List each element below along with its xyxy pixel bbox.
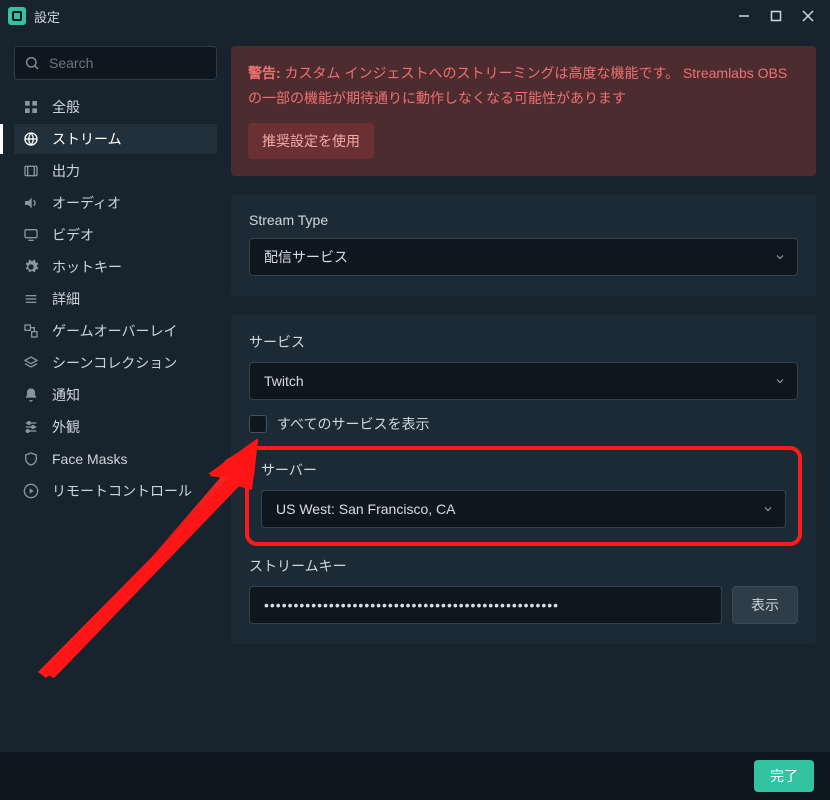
mask-icon: [22, 451, 40, 467]
maximize-icon: [770, 10, 782, 22]
sidebar-item-output[interactable]: 出力: [14, 156, 217, 186]
sidebar-item-label: 外観: [52, 417, 80, 437]
maximize-button[interactable]: [762, 3, 790, 29]
use-recommended-button[interactable]: 推奨設定を使用: [248, 123, 374, 159]
monitor-icon: [22, 227, 40, 243]
sidebar-item-label: オーディオ: [52, 193, 121, 213]
sidebar-item-label: 通知: [52, 385, 80, 405]
sidebar-item-stream[interactable]: ストリーム: [14, 124, 217, 154]
service-value: Twitch: [264, 373, 304, 389]
overlay-icon: [22, 323, 40, 339]
warning-label: 警告:: [248, 65, 281, 81]
stream-type-panel: Stream Type 配信サービス: [231, 194, 816, 296]
globe-icon: [22, 131, 40, 147]
service-label: サービス: [249, 332, 798, 352]
bell-icon: [22, 387, 40, 403]
play-icon: [22, 483, 40, 499]
sidebar-item-label: リモートコントロール: [52, 481, 192, 501]
titlebar: 設定: [0, 0, 830, 32]
server-value: US West: San Francisco, CA: [276, 501, 455, 517]
sidebar-item-label: Face Masks: [52, 451, 127, 467]
stream-type-select[interactable]: 配信サービス: [249, 238, 798, 276]
show-all-services-label: すべてのサービスを表示: [277, 414, 429, 434]
volume-icon: [22, 195, 40, 211]
stream-type-value: 配信サービス: [264, 247, 348, 267]
close-icon: [802, 10, 814, 22]
show-all-services-checkbox[interactable]: [249, 415, 267, 433]
window-title: 設定: [34, 7, 60, 26]
sidebar: 全般 ストリーム 出力 オーディオ ビデオ ホットキー 詳細 ゲームオーバーレ: [0, 32, 225, 752]
warning-box: 警告: カスタム インジェストへのストリーミングは高度な機能です。 Stream…: [231, 46, 816, 176]
sidebar-item-label: ビデオ: [52, 225, 94, 245]
menu-icon: [22, 291, 40, 307]
sidebar-item-label: ゲームオーバーレイ: [52, 321, 177, 341]
server-label: サーバー: [261, 460, 786, 480]
search-input[interactable]: [14, 46, 217, 80]
sidebar-item-label: ホットキー: [52, 257, 122, 277]
stream-key-label: ストリームキー: [249, 556, 798, 576]
sidebar-item-facemasks[interactable]: Face Masks: [14, 444, 217, 474]
minimize-icon: [738, 10, 750, 22]
show-all-services-row: すべてのサービスを表示: [249, 414, 798, 434]
search-field: [14, 46, 217, 80]
scenes-icon: [22, 355, 40, 371]
sidebar-item-audio[interactable]: オーディオ: [14, 188, 217, 218]
stream-type-label: Stream Type: [249, 212, 798, 228]
sidebar-item-notifications[interactable]: 通知: [14, 380, 217, 410]
sidebar-item-label: 詳細: [52, 289, 80, 309]
search-icon: [24, 55, 40, 71]
sidebar-item-label: 全般: [52, 97, 80, 117]
minimize-button[interactable]: [730, 3, 758, 29]
sidebar-item-label: シーンコレクション: [52, 353, 177, 373]
warning-body: カスタム インジェストへのストリーミングは高度な機能です。 Streamlabs…: [248, 65, 787, 106]
server-select[interactable]: US West: San Francisco, CA: [261, 490, 786, 528]
app-icon: [8, 7, 26, 25]
service-select[interactable]: Twitch: [249, 362, 798, 400]
footer: 完了: [0, 752, 830, 800]
sidebar-item-label: 出力: [52, 161, 80, 181]
sidebar-item-remote[interactable]: リモートコントロール: [14, 476, 217, 506]
sliders-icon: [22, 419, 40, 435]
sidebar-item-hotkeys[interactable]: ホットキー: [14, 252, 217, 282]
sidebar-item-appearance[interactable]: 外観: [14, 412, 217, 442]
reveal-key-button[interactable]: 表示: [732, 586, 798, 624]
server-highlight: サーバー US West: San Francisco, CA: [245, 446, 802, 546]
grid-icon: [22, 99, 40, 115]
service-panel: サービス Twitch すべてのサービスを表示 サーバー US West: Sa…: [231, 314, 816, 644]
sidebar-item-label: ストリーム: [52, 129, 122, 149]
sidebar-item-video[interactable]: ビデオ: [14, 220, 217, 250]
sidebar-item-advanced[interactable]: 詳細: [14, 284, 217, 314]
done-button[interactable]: 完了: [754, 760, 814, 792]
main-content: 警告: カスタム インジェストへのストリーミングは高度な機能です。 Stream…: [225, 32, 830, 752]
sidebar-item-overlay[interactable]: ゲームオーバーレイ: [14, 316, 217, 346]
sidebar-item-general[interactable]: 全般: [14, 92, 217, 122]
sidebar-item-scenes[interactable]: シーンコレクション: [14, 348, 217, 378]
stream-key-input[interactable]: [249, 586, 722, 624]
warning-text: 警告: カスタム インジェストへのストリーミングは高度な機能です。 Stream…: [248, 61, 799, 111]
film-icon: [22, 163, 40, 179]
gear-icon: [22, 259, 40, 275]
close-button[interactable]: [794, 3, 822, 29]
